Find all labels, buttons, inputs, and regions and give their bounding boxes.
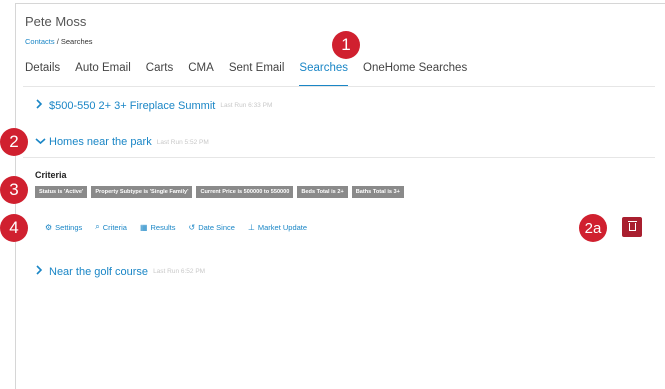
criteria-label: Criteria [102,222,127,232]
history-icon: ↺ [188,222,196,232]
market-update-label: Market Update [257,222,308,232]
results-label: Results [150,222,176,232]
chart-icon: ⊥ [247,222,255,232]
last-run-time: Last Run 5:52 PM [156,138,209,146]
tab-auto-email[interactable]: Auto Email [75,62,131,87]
date-since-label: Date Since [198,222,235,232]
criteria-chip-price: Current Price is 500000 to 550000 [196,186,294,198]
saved-search-row[interactable]: Near the golf course Last Run 6:52 PM [35,265,205,278]
callout-badge-4: 4 [0,214,28,242]
criteria-chip-status: Status is 'Active' [35,186,88,198]
tab-divider [23,86,655,87]
criteria-chip-beds: Beds Total is 2+ [297,186,348,198]
breadcrumb-contacts-link[interactable]: Contacts [25,37,55,46]
criteria-button[interactable]: ⌕ Criteria [95,222,127,232]
chevron-down-icon[interactable] [35,136,46,148]
gear-icon: ⚙ [45,222,53,232]
saved-search-name[interactable]: Near the golf course [49,266,148,278]
last-run-time: Last Run 6:52 PM [153,268,206,275]
saved-search-row-expanded[interactable]: Homes near the park Last Run 5:52 PM [35,136,209,148]
criteria-chip-property-subtype: Property Subtype is 'Single Family' [91,186,193,198]
settings-button[interactable]: ⚙ Settings [45,222,82,232]
search-divider [23,157,655,158]
chevron-right-icon[interactable] [35,99,45,112]
tab-details[interactable]: Details [25,62,60,87]
saved-search-name[interactable]: Homes near the park [49,136,152,148]
date-since-button[interactable]: ↺ Date Since [189,222,235,232]
callout-badge-2: 2 [0,128,28,156]
criteria-chip-list: Status is 'Active' Property Subtype is '… [35,186,408,198]
breadcrumb-current: Searches [60,37,93,46]
tab-onehome-searches[interactable]: OneHome Searches [363,62,467,87]
saved-search-name[interactable]: $500-550 2+ 3+ Fireplace Summit [49,100,215,112]
criteria-heading: Criteria [35,170,67,180]
criteria-chip-baths: Baths Total is 3+ [351,186,404,198]
search-icon: ⌕ [95,222,100,231]
table-icon: ▦ [139,222,148,232]
last-run-time: Last Run 6:33 PM [220,102,273,109]
settings-label: Settings [55,222,83,232]
callout-badge-2a: 2a [579,214,607,242]
tab-carts[interactable]: Carts [146,62,173,87]
saved-search-row[interactable]: $500-550 2+ 3+ Fireplace Summit Last Run… [35,99,272,112]
trash-icon [627,221,637,231]
callout-badge-3: 3 [0,176,28,204]
market-update-button[interactable]: ⊥ Market Update [248,222,307,232]
tab-cma[interactable]: CMA [188,62,214,87]
chevron-right-icon[interactable] [35,265,45,278]
callout-badge-1: 1 [332,31,360,59]
tab-sent-email[interactable]: Sent Email [229,62,285,87]
contact-name: Pete Moss [25,14,87,29]
breadcrumb: Contacts / Searches [25,37,93,46]
tab-bar: Details Auto Email Carts CMA Sent Email … [25,62,482,87]
search-action-bar: ⚙ Settings ⌕ Criteria ▦ Results ↺ Date Since… [45,222,320,232]
results-button[interactable]: ▦ Results [140,222,176,232]
tab-searches[interactable]: Searches [299,62,349,87]
delete-search-button[interactable] [622,217,642,237]
